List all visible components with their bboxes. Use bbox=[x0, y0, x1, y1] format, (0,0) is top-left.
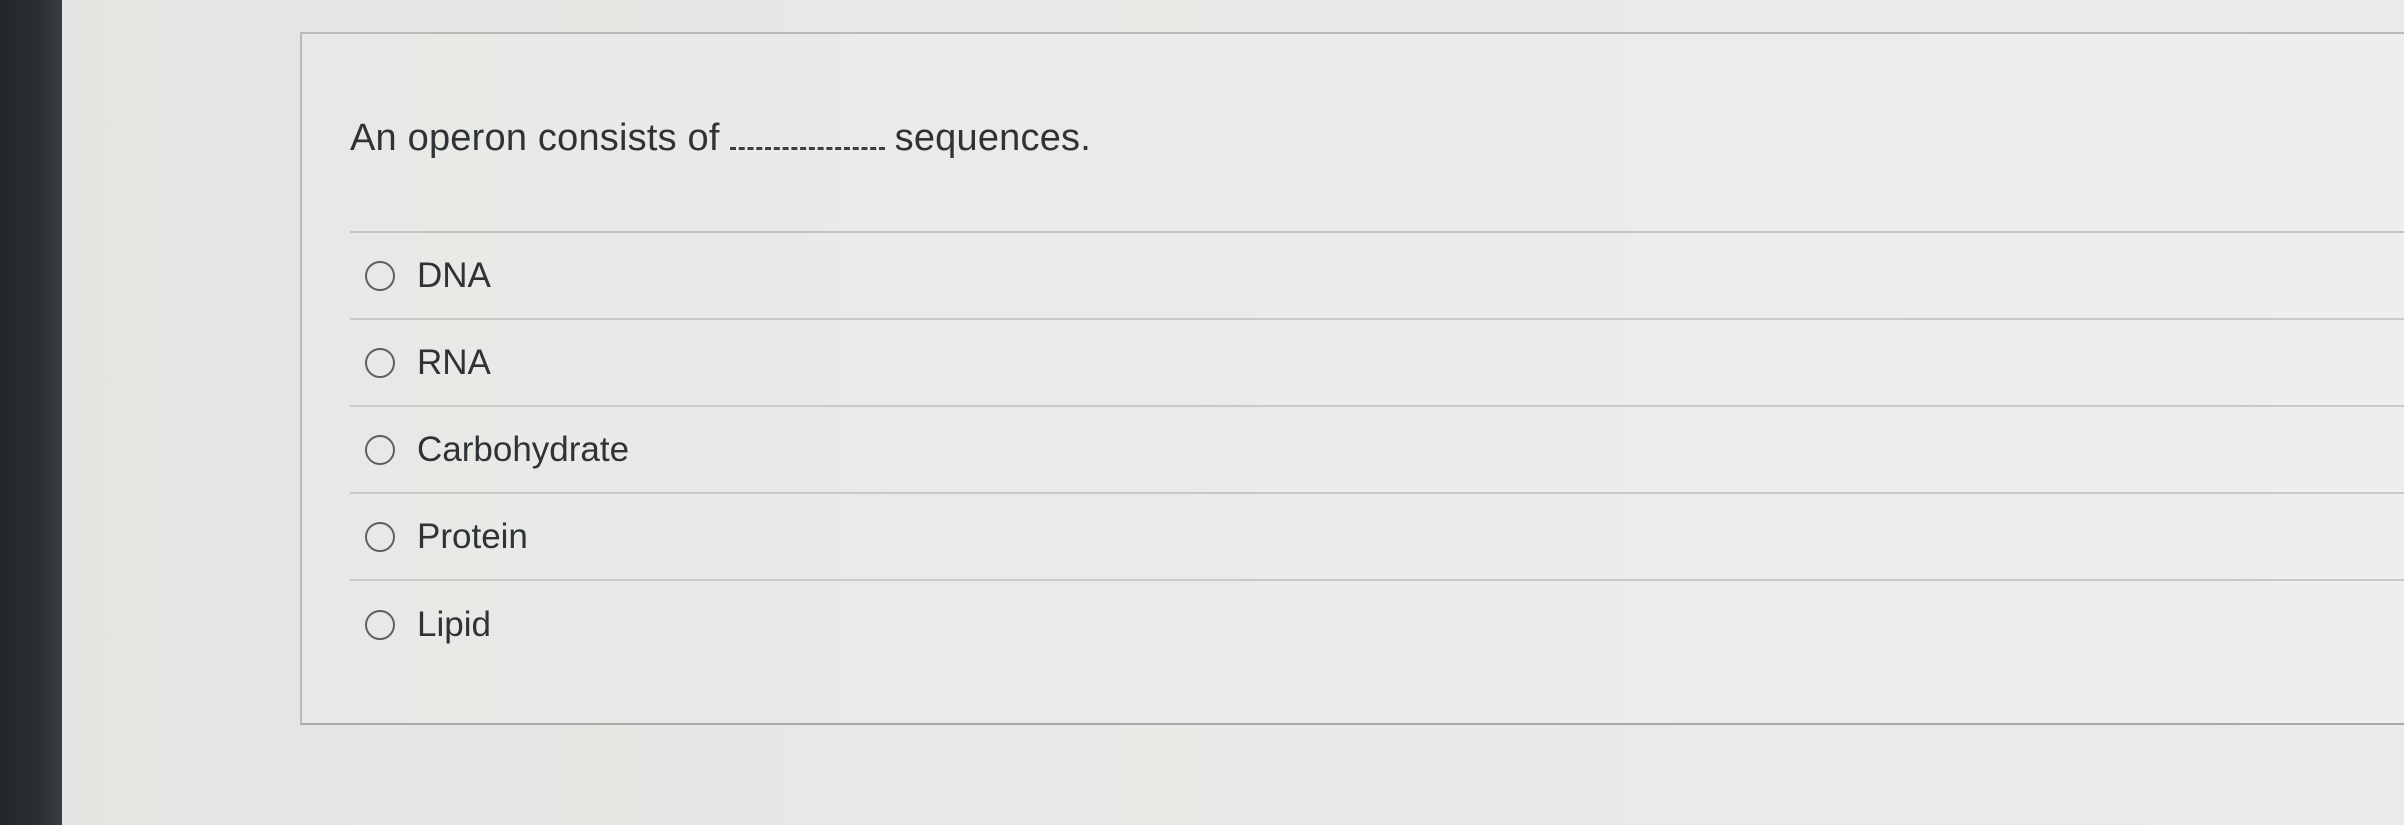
option-protein[interactable]: Protein bbox=[350, 494, 2404, 581]
option-label: Lipid bbox=[417, 604, 491, 644]
option-carbohydrate[interactable]: Carbohydrate bbox=[350, 407, 2404, 494]
option-rna[interactable]: RNA bbox=[350, 320, 2404, 407]
option-label: Carbohydrate bbox=[417, 429, 630, 469]
question-card: An operon consists of sequences. DNA RNA … bbox=[300, 32, 2404, 725]
radio-button[interactable] bbox=[365, 609, 395, 640]
monitor-bezel bbox=[0, 0, 62, 825]
option-label: Protein bbox=[417, 516, 528, 556]
radio-button[interactable] bbox=[365, 521, 395, 552]
question-text: An operon consists of sequences. bbox=[350, 116, 1091, 160]
option-label: DNA bbox=[417, 255, 491, 295]
option-dna[interactable]: DNA bbox=[350, 233, 2404, 320]
screen: An operon consists of sequences. DNA RNA … bbox=[0, 0, 2404, 825]
radio-button[interactable] bbox=[365, 434, 395, 465]
question-prefix: An operon consists of bbox=[350, 117, 720, 159]
option-lipid[interactable]: Lipid bbox=[350, 581, 2404, 668]
radio-button[interactable] bbox=[365, 347, 395, 378]
question-suffix: sequences. bbox=[894, 117, 1092, 159]
radio-button[interactable] bbox=[365, 260, 395, 291]
option-label: RNA bbox=[417, 342, 491, 382]
answer-blank bbox=[729, 116, 885, 150]
answer-options: DNA RNA Carbohydrate Protein Lipid bbox=[350, 233, 2404, 668]
